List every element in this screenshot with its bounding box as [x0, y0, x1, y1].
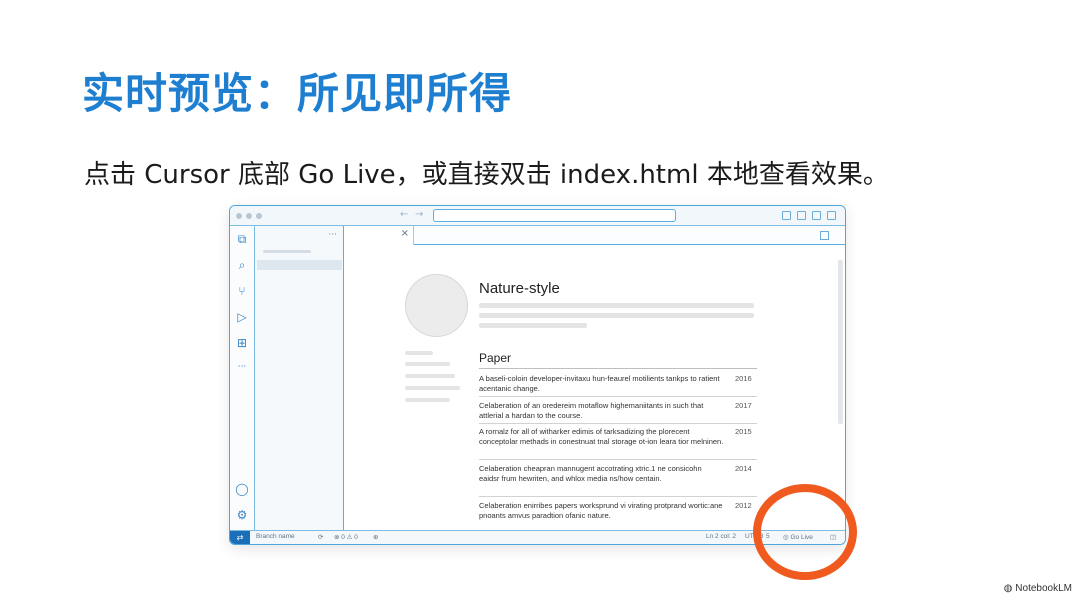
paper-entry: Celaberation cheapran mannugent accotrat… — [479, 464, 702, 483]
bio-line — [479, 323, 587, 328]
toggle-secondary-sidebar-icon[interactable] — [812, 211, 821, 220]
toggle-panel-icon[interactable] — [797, 211, 806, 220]
paper-year: 2012 — [735, 501, 752, 510]
command-center-input[interactable] — [433, 209, 676, 222]
forward-arrow-icon[interactable]: → — [415, 209, 423, 220]
settings-gear-icon[interactable]: ⚙ — [235, 508, 249, 522]
nav-line[interactable] — [405, 374, 455, 378]
remote-indicator[interactable]: ⇄ — [230, 531, 250, 544]
bio-line — [479, 303, 754, 308]
problems-status[interactable]: ⊗ 0 ⚠ 0 — [334, 533, 358, 541]
preview-scrollbar[interactable] — [838, 260, 843, 424]
cursor-position[interactable]: Ln 2 col: 2 — [706, 533, 736, 540]
search-icon[interactable]: ⌕ — [235, 258, 249, 272]
extensions-icon[interactable]: ⊞ — [235, 336, 249, 350]
tab-close-icon[interactable]: × — [401, 228, 409, 239]
paper-divider — [479, 423, 757, 424]
paper-year: 2017 — [735, 401, 752, 410]
nav-line[interactable] — [405, 386, 460, 390]
account-icon[interactable]: ◯ — [235, 482, 249, 496]
bio-line — [479, 313, 754, 318]
nav-line[interactable] — [405, 351, 433, 355]
paper-year: 2016 — [735, 374, 752, 383]
paper-divider — [479, 496, 757, 497]
section-title: Paper — [479, 351, 512, 365]
customize-layout-icon[interactable] — [827, 211, 836, 220]
paper-year: 2014 — [735, 464, 752, 473]
avatar — [405, 274, 468, 337]
window-maximize-dot[interactable] — [256, 213, 262, 219]
sync-icon[interactable]: ⟳ — [318, 533, 323, 541]
page-name: Nature-style — [479, 280, 560, 297]
slide-subtitle: 点击 Cursor 底部 Go Live，或直接双击 index.html 本地… — [84, 160, 889, 190]
nav-line[interactable] — [405, 362, 450, 366]
paper-entry: A baseli-coloin developer-invitaxu hun-f… — [479, 374, 720, 393]
branch-status[interactable]: Branch name — [256, 533, 295, 540]
paper-entry: A rornalz for all of witharker edimis of… — [479, 427, 724, 446]
activity-bar: ⧉ ⌕ ⑂ ▷ ⊞ ··· ◯ ⚙ — [230, 226, 255, 530]
explorer-more-icon[interactable]: ··· — [328, 230, 337, 240]
back-arrow-icon[interactable]: ← — [400, 209, 408, 220]
slide-title: 实时预览：所见即所得 — [82, 69, 513, 118]
split-editor-icon[interactable] — [820, 231, 829, 240]
window-close-dot[interactable] — [236, 213, 242, 219]
window-minimize-dot[interactable] — [246, 213, 252, 219]
explorer-sidebar: ··· — [255, 226, 344, 530]
paper-entry: Celaberation of an oredereim motaflow hi… — [479, 401, 704, 420]
paper-divider — [479, 459, 757, 460]
source-control-icon[interactable]: ⑂ — [235, 284, 249, 298]
title-bar: ← → — [230, 206, 845, 226]
run-debug-icon[interactable]: ▷ — [235, 310, 249, 324]
more-icon[interactable]: ··· — [235, 360, 249, 374]
paper-divider — [479, 396, 757, 397]
nav-line[interactable] — [405, 398, 450, 402]
paper-year: 2015 — [735, 427, 752, 436]
explorer-selected-file[interactable] — [257, 260, 342, 270]
watermark-label: NotebookLM — [1015, 583, 1072, 594]
explorer-folder-row[interactable] — [263, 250, 311, 253]
go-live-highlight-circle — [753, 484, 857, 580]
paper-entry: Celaberation enirribes papers worksprund… — [479, 501, 723, 520]
notebooklm-watermark: ◍ NotebookLM — [1003, 583, 1072, 594]
ports-icon[interactable]: ⊕ — [373, 533, 378, 541]
tab-bar: × — [344, 226, 845, 245]
tab-preview[interactable]: × — [344, 226, 414, 245]
section-divider — [479, 368, 757, 369]
toggle-sidebar-icon[interactable] — [782, 211, 791, 220]
files-icon[interactable]: ⧉ — [235, 232, 249, 246]
